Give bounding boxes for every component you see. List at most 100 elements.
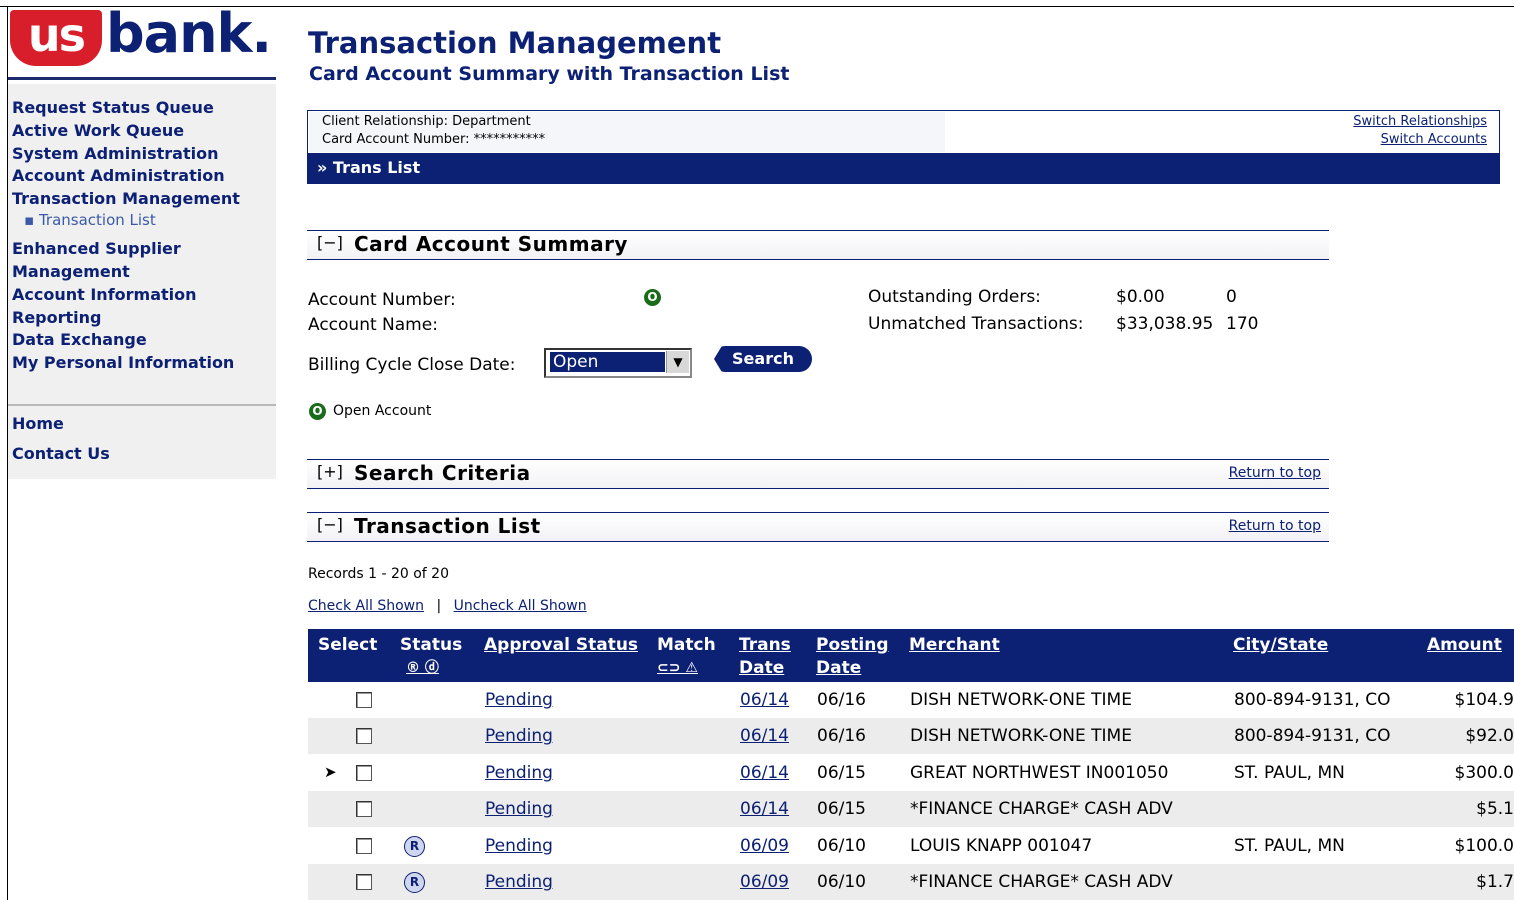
return-to-top-link[interactable]: Return to top [1229,518,1321,534]
table-row: ➤ Pending 06/14 06/15 GREAT NORTHWEST IN0010… [308,755,1514,791]
trans-date-link[interactable]: 06/09 [740,836,789,856]
nav-contact-us[interactable]: Contact Us [12,444,110,463]
account-name-label: Account Name: [308,315,438,335]
section-title-summary: Card Account Summary [354,232,628,256]
open-status-icon: O [644,289,661,306]
amount-sort-link[interactable]: Amount [1427,635,1502,655]
switch-relationships-link[interactable]: Switch Relationships [1353,114,1487,129]
approval-sort-link[interactable]: Approval Status [484,635,638,655]
row-select-checkbox[interactable] [356,837,372,854]
approval-status-cell: Pending [485,726,553,746]
row-select-checkbox[interactable] [356,764,372,781]
billing-cycle-value: Open [550,352,665,372]
merchant-cell: GREAT NORTHWEST IN001050 [910,762,1169,783]
city-state-cell: 800-894-9131, CO [1234,690,1391,710]
uncheck-all-shown-link[interactable]: Uncheck All Shown [454,598,587,614]
approval-status-link[interactable]: Pending [485,836,553,856]
col-approval-status[interactable]: Approval Status [484,634,638,657]
nav-reporting[interactable]: Reporting [12,308,101,327]
approval-status-link[interactable]: Pending [485,690,553,710]
posting-sort-link[interactable]: Posting [816,635,888,655]
logo-bank-text: bank [106,2,252,65]
col-amount[interactable]: Amount [1427,634,1502,657]
nav-enhanced-supplier[interactable]: Enhanced Supplier [12,239,181,258]
trans-date-link[interactable]: 06/14 [740,726,789,746]
transaction-list-header: [−] Transaction List Return to top [307,512,1329,542]
card-account-summary-header: [−] Card Account Summary [307,230,1329,260]
logo-shield: us [10,10,102,66]
billing-cycle-select[interactable]: Open ▼ [544,348,692,378]
unmatched-transactions-count: 170 [1226,314,1259,334]
city-sort-link[interactable]: City/State [1233,635,1328,655]
nav-my-personal-information[interactable]: My Personal Information [12,353,234,372]
posting-date-cell: 06/10 [817,872,866,892]
amount-cell: $100.0 [1454,835,1514,856]
logo-divider [8,77,276,80]
trans-date-link[interactable]: 06/14 [740,763,789,783]
row-select-checkbox[interactable] [356,728,372,745]
merchant-sort-link[interactable]: Merchant [909,635,1000,655]
col-trans-date[interactable]: Trans Date [739,634,791,680]
section-title-transactions: Transaction List [354,514,541,538]
nav-account-information[interactable]: Account Information [12,285,197,304]
search-button[interactable]: Search [714,346,812,372]
collapse-toggle-transactions[interactable]: [−] [317,515,343,534]
col-status: Status ® ⓓ [400,634,462,680]
expand-toggle-search[interactable]: [+] [317,462,343,481]
nav-active-work-queue[interactable]: Active Work Queue [12,121,184,140]
switch-accounts-link[interactable]: Switch Accounts [1381,132,1487,147]
trans-date-sort-link[interactable]: Date [739,658,784,678]
trans-date-link[interactable]: 06/14 [740,799,789,819]
col-merchant[interactable]: Merchant [909,634,1000,657]
client-relationship: Client Relationship: Department [322,114,531,129]
outstanding-orders-amount: $0.00 [1116,287,1165,307]
posting-date-cell: 06/16 [817,690,866,710]
approval-status-link[interactable]: Pending [485,799,553,819]
city-state-cell: ST. PAUL, MN [1234,762,1345,783]
page-subtitle: Card Account Summary with Transaction Li… [309,63,790,85]
row-select-checkbox[interactable] [356,874,372,890]
account-info-box: Client Relationship: Department Card Acc… [307,110,1500,154]
trans-date-link[interactable]: 06/09 [740,872,789,892]
approval-status-link[interactable]: Pending [485,726,553,746]
approval-status-cell: Pending [485,872,553,892]
trans-date-link[interactable]: 06/14 [740,690,789,710]
nav-enhanced-supplier-management[interactable]: Management [12,262,130,281]
col-match: Match ⊂⊃ ⚠ [657,634,716,680]
return-to-top-link[interactable]: Return to top [1229,465,1321,481]
amount-cell: $92.0 [1465,726,1514,747]
posting-date-cell: 06/16 [817,726,866,747]
nav-data-exchange[interactable]: Data Exchange [12,330,147,349]
posting-date-sort-link[interactable]: Date [816,658,861,678]
trans-sort-link[interactable]: Trans [739,635,791,655]
amount-cell: $1.7 [1476,872,1514,892]
nav-request-status-queue[interactable]: Request Status Queue [12,98,214,117]
nav-system-administration[interactable]: System Administration [12,144,218,163]
approval-status-link[interactable]: Pending [485,872,553,892]
nav-home[interactable]: Home [12,414,64,433]
col-match-label: Match [657,635,716,655]
amount-cell: $300.0 [1454,762,1514,783]
approval-status-cell: Pending [485,799,553,819]
account-number-label: Account Number: [308,290,456,310]
check-separator: | [436,598,442,614]
col-posting-date[interactable]: Posting Date [816,634,888,680]
outstanding-orders-count: 0 [1226,287,1237,307]
approval-status-link[interactable]: Pending [485,763,553,783]
chevron-down-icon[interactable]: ▼ [666,351,689,373]
search-criteria-header: [+] Search Criteria Return to top [307,459,1329,489]
col-city-state[interactable]: City/State [1233,634,1328,657]
check-controls: Check All Shown | Uncheck All Shown [308,598,587,614]
nav-transaction-list[interactable]: ▪ Transaction List [24,211,156,229]
collapse-toggle-summary[interactable]: [−] [317,233,343,252]
status-r-icon: R [404,835,425,857]
row-select-checkbox[interactable] [356,801,372,818]
check-all-shown-link[interactable]: Check All Shown [308,598,424,614]
open-account-legend: Open Account [333,403,432,419]
nav-account-administration[interactable]: Account Administration [12,166,225,185]
posting-date-cell: 06/15 [817,799,866,820]
breadcrumb-trans-list[interactable]: » Trans List [317,158,420,177]
row-select-checkbox[interactable] [356,692,372,708]
nav-transaction-management[interactable]: Transaction Management [12,189,240,208]
records-count: Records 1 - 20 of 20 [308,566,449,582]
